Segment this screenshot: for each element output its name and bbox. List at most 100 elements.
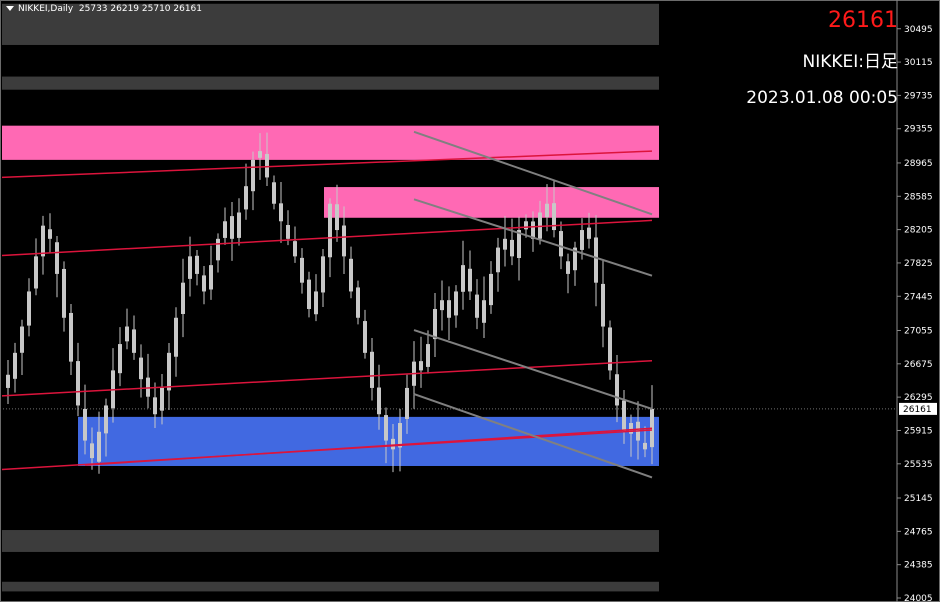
candle-body-51 [363, 321, 367, 353]
candle-body-19 [139, 357, 143, 380]
symbol-period: NIKKEI,Daily [18, 4, 74, 14]
candle-body-54 [384, 415, 388, 441]
candle-body-44 [314, 291, 318, 315]
candle-body-7 [55, 242, 59, 274]
zone-support-4 [78, 416, 659, 466]
candle-body-16 [118, 344, 122, 374]
tick-label-27825: 27825 [904, 259, 933, 269]
tick-label-26675: 26675 [904, 360, 933, 370]
zone-gray-5 [2, 530, 659, 552]
candle-body-83 [587, 227, 591, 239]
candle-body-22 [160, 387, 164, 411]
candle-body-71 [503, 238, 507, 250]
candle-body-24 [174, 317, 178, 357]
candle-body-82 [580, 230, 584, 250]
candle-body-66 [468, 268, 472, 292]
candle-body-42 [300, 257, 304, 283]
candle-body-28 [202, 275, 206, 292]
tick-label-24765: 24765 [904, 527, 933, 537]
candle-body-8 [62, 268, 66, 318]
candle-body-59 [419, 361, 423, 371]
tick-label-25915: 25915 [904, 426, 933, 436]
zone-gray-1 [2, 76, 659, 90]
candle-body-55 [391, 438, 395, 450]
candle-body-31 [223, 221, 227, 238]
candle-body-33 [237, 212, 241, 238]
candle-body-88 [622, 400, 626, 432]
candle-body-49 [349, 258, 353, 292]
red-trendline-1 [1, 219, 653, 257]
tick-label-30495: 30495 [904, 25, 933, 35]
candle-body-10 [76, 361, 80, 406]
candle-body-6 [48, 229, 52, 239]
candle-body-69 [489, 273, 493, 306]
candle-body-72 [510, 239, 514, 257]
red-trendline-2 [1, 359, 653, 397]
candle-body-56 [398, 423, 402, 448]
candle-body-79 [559, 231, 563, 257]
datetime-overlay: 2023.01.08 00:05 [746, 88, 898, 108]
candle-body-91 [643, 442, 647, 450]
candle-body-17 [125, 326, 129, 342]
current-price-label: 26161 [903, 405, 932, 415]
candle-body-12 [90, 443, 94, 459]
candle-body-11 [83, 408, 87, 441]
candle-body-37 [265, 153, 269, 178]
zone-resistance-3 [324, 187, 659, 218]
candle-body-2 [20, 326, 24, 353]
candle-body-53 [377, 387, 381, 415]
tick-label-27445: 27445 [904, 292, 933, 302]
candle-body-38 [272, 182, 276, 204]
tick-label-28205: 28205 [904, 226, 933, 236]
candle-body-0 [6, 374, 10, 388]
candle-body-23 [167, 352, 171, 391]
candle-body-1 [13, 352, 17, 379]
candle-body-74 [524, 221, 528, 230]
tick-label-25535: 25535 [904, 460, 933, 470]
candle-body-30 [216, 238, 220, 261]
candle-body-62 [440, 300, 444, 311]
candle-body-70 [496, 247, 500, 273]
candle-body-52 [370, 351, 374, 388]
candle-body-41 [293, 241, 297, 257]
dropdown-triangle-icon[interactable] [6, 6, 14, 11]
candle-body-65 [461, 265, 465, 292]
candle-body-50 [356, 287, 360, 318]
symbol-title-overlay: NIKKEI:日足 [802, 52, 898, 72]
candle-body-34 [244, 186, 248, 210]
candle-body-5 [41, 225, 45, 257]
candle-body-48 [342, 225, 346, 257]
current-price-overlay: 26161 [828, 8, 898, 33]
candle-body-45 [321, 256, 325, 293]
ohlc-values: 25733 26219 25710 26161 [78, 4, 203, 14]
candle-body-61 [433, 308, 437, 340]
tick-label-24385: 24385 [904, 561, 933, 571]
candle-body-4 [34, 256, 38, 289]
tick-label-30115: 30115 [904, 58, 933, 68]
candle-body-29 [209, 265, 213, 290]
candle-body-39 [279, 203, 283, 222]
candle-body-80 [566, 261, 570, 274]
candle-body-76 [538, 212, 542, 239]
candle-body-67 [475, 294, 479, 318]
zone-gray-6 [2, 581, 659, 592]
candle-body-36 [258, 151, 262, 158]
tick-label-28585: 28585 [904, 192, 933, 202]
candle-body-47 [335, 204, 339, 231]
candle-body-77 [545, 203, 549, 218]
candle-body-9 [69, 312, 73, 362]
candle-body-84 [594, 237, 598, 283]
candle-body-40 [286, 225, 290, 239]
candle-body-18 [132, 329, 136, 353]
candle-body-68 [482, 300, 486, 323]
candle-body-85 [601, 283, 605, 327]
candle-body-57 [405, 387, 409, 419]
candle-body-87 [615, 374, 619, 406]
candle-body-64 [454, 291, 458, 316]
tick-label-26295: 26295 [904, 393, 933, 403]
candle-body-32 [230, 216, 234, 239]
candle-body-43 [307, 279, 311, 309]
candle-body-26 [188, 256, 192, 279]
candle-body-21 [153, 397, 157, 415]
chart-header: NIKKEI,Daily 25733 26219 25710 26161 [6, 4, 202, 14]
